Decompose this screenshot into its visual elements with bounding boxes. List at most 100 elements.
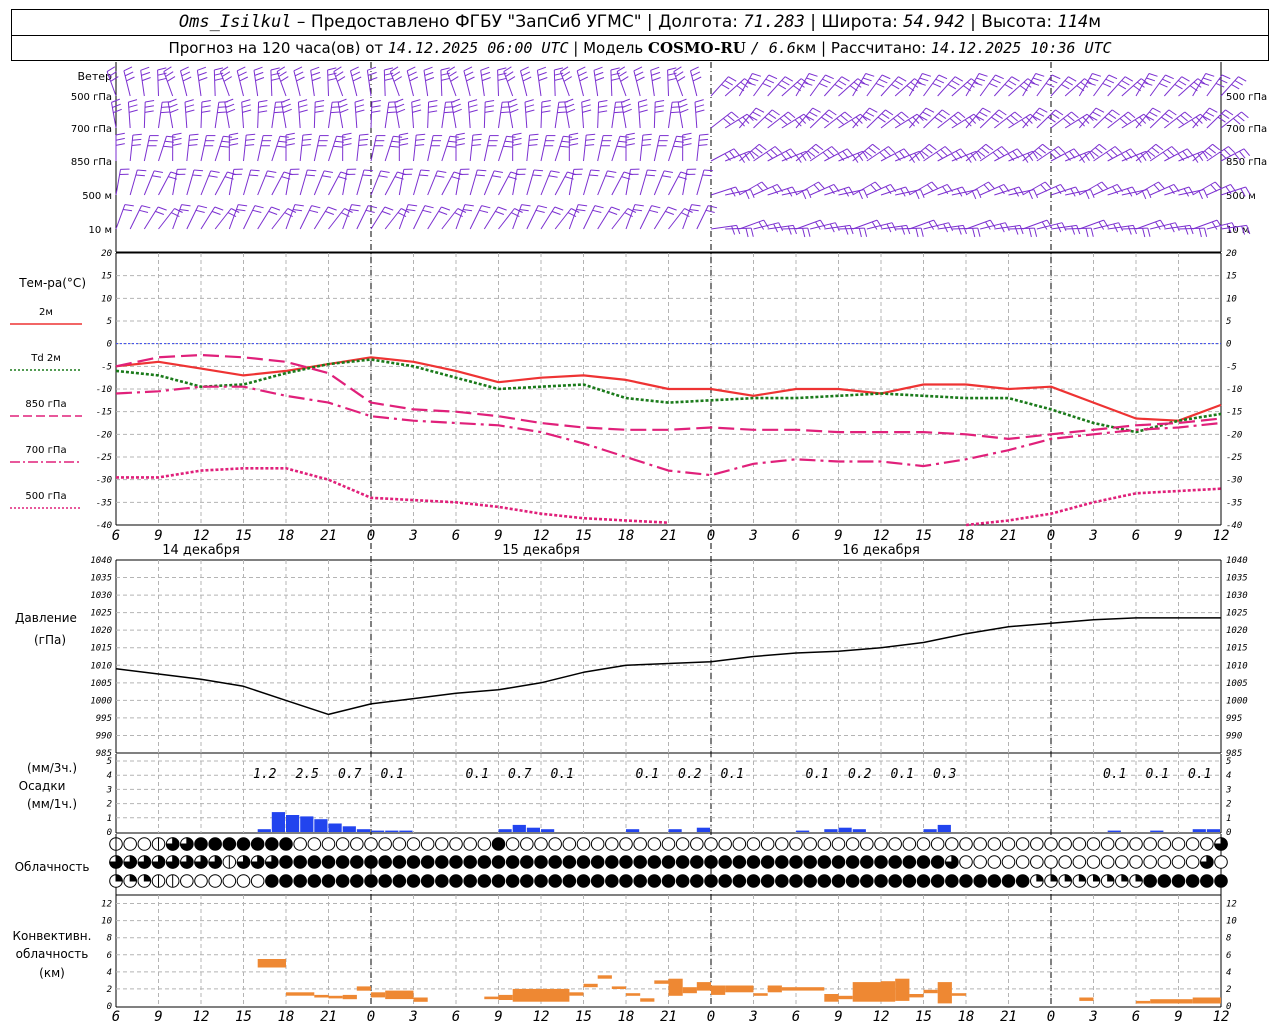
wind-barb-feather (342, 132, 352, 136)
wind-barb-feather (238, 204, 248, 207)
wind-barb-feather (728, 76, 737, 82)
wind-barb-feather (455, 132, 465, 136)
wind-barb (1022, 73, 1037, 97)
wind-barb-feather (1094, 147, 1103, 154)
cloud-clear-icon (959, 837, 973, 851)
wind-barb-feather (638, 104, 648, 108)
wind-barb (257, 206, 272, 230)
wind-barb-feather (115, 143, 125, 146)
wind-barb-feather (926, 184, 934, 192)
wind-barb (228, 204, 239, 230)
convective-cloud-bar (895, 978, 910, 1001)
precip-tick-label: 3 (106, 785, 112, 795)
wind-barb (427, 101, 430, 129)
wind-barb (1121, 78, 1142, 97)
cloud-overcast-icon (335, 874, 350, 888)
wind-barb-feather (339, 108, 349, 114)
cloud-overcast-icon (307, 855, 322, 869)
wind-barb (753, 109, 773, 129)
wind-barb-feather (179, 209, 189, 212)
wind-barb-feather (922, 111, 931, 117)
wind-barb (965, 73, 980, 97)
bottom-hour-tick-label: 18 (278, 1009, 295, 1024)
cloud-clear-icon (845, 837, 860, 851)
wind-barb (467, 102, 471, 129)
wind-barb (257, 135, 264, 162)
wind-barb (526, 135, 531, 162)
wind-barb-feather (425, 77, 435, 82)
wind-barb-feather (472, 138, 482, 141)
precip-3h-total: 0.2 (848, 767, 872, 782)
wind-barb-feather (957, 225, 962, 235)
wind-barb-feather (415, 144, 425, 146)
wind-barb-feather (113, 108, 122, 114)
convective-cloud-bar (824, 994, 839, 1002)
wind-barb-feather (512, 143, 522, 146)
wind-barb-feather (559, 145, 569, 148)
wind-barb-feather (1062, 118, 1071, 125)
wind-barb-feather (1105, 78, 1115, 84)
convective-cloud-bar (569, 992, 584, 996)
wind-barb-feather (419, 174, 429, 177)
temp-legend-label: 500 гПа (25, 491, 66, 502)
wind-barb-feather (338, 98, 347, 103)
bottom-hour-tick-label: 9 (494, 1009, 502, 1024)
wind-barb-feather (541, 105, 551, 108)
precip-bar (1150, 830, 1164, 832)
cloud-overcast-icon (718, 874, 732, 888)
wind-barb-feather (982, 107, 991, 113)
cloud-clear-icon (1100, 855, 1115, 869)
wind-barb-feather (342, 143, 352, 146)
wind-barb (1065, 227, 1092, 230)
wind-barb-feather (485, 105, 494, 108)
convective-cloud-bar (286, 992, 315, 996)
wind-barb (271, 136, 281, 162)
precip-3h-total: 0.7 (338, 767, 362, 782)
wind-barb (328, 208, 345, 230)
wind-barb-feather (915, 228, 919, 238)
wind-barb-feather (992, 78, 1001, 84)
wind-barb-feather (475, 174, 485, 177)
cloud-overcast-icon (930, 855, 945, 869)
cloud-clear-icon (236, 874, 251, 888)
wind-barb-feather (667, 77, 677, 81)
wind-barb-feather (585, 138, 595, 141)
wind-barb-feather (569, 137, 579, 141)
wind-barb-feather (1202, 77, 1212, 82)
wind-barb-feather (1055, 109, 1064, 116)
wind-barb-feather (371, 100, 381, 103)
wind-barb (512, 204, 523, 230)
cloud-clear-icon (590, 837, 605, 851)
pressure-tick-label: 1035 (90, 574, 112, 584)
wind-barb-feather (371, 110, 381, 113)
wind-barb-feather (554, 67, 564, 71)
convective-cloud-bar (1136, 1000, 1151, 1004)
cloud-overcast-icon (987, 874, 1002, 888)
precip-bar (1107, 830, 1121, 832)
wind-barb-feather (973, 82, 983, 86)
wind-barb-feather (1161, 116, 1170, 123)
wind-barb-feather (211, 210, 221, 215)
precip-bar (399, 830, 413, 832)
wind-barb-feather (819, 82, 828, 88)
wind-barb-feather (978, 73, 988, 77)
cloud-clear-icon (973, 837, 987, 851)
wind-barb (427, 170, 438, 196)
wind-barb-feather (165, 71, 174, 77)
wind-barb-feather (541, 110, 551, 113)
cloud-clear-icon (930, 837, 945, 851)
convective-cloud-bar (328, 995, 343, 999)
pressure-tick-label: 1005 (90, 679, 112, 689)
wind-barb-feather (1061, 83, 1070, 90)
wind-barb-feather (792, 225, 797, 235)
wind-barb-feather (1030, 82, 1040, 86)
wind-barb (158, 171, 172, 196)
wind-barb (354, 102, 358, 129)
wind-barb-feather (168, 98, 177, 103)
temp-tick-label: -15 (96, 408, 112, 418)
cloud-clear-icon (888, 837, 902, 851)
cloud-overcast-icon (789, 855, 803, 869)
wind-barb-feather (481, 71, 491, 76)
wind-barb (158, 136, 167, 162)
wind-barb (611, 136, 621, 162)
